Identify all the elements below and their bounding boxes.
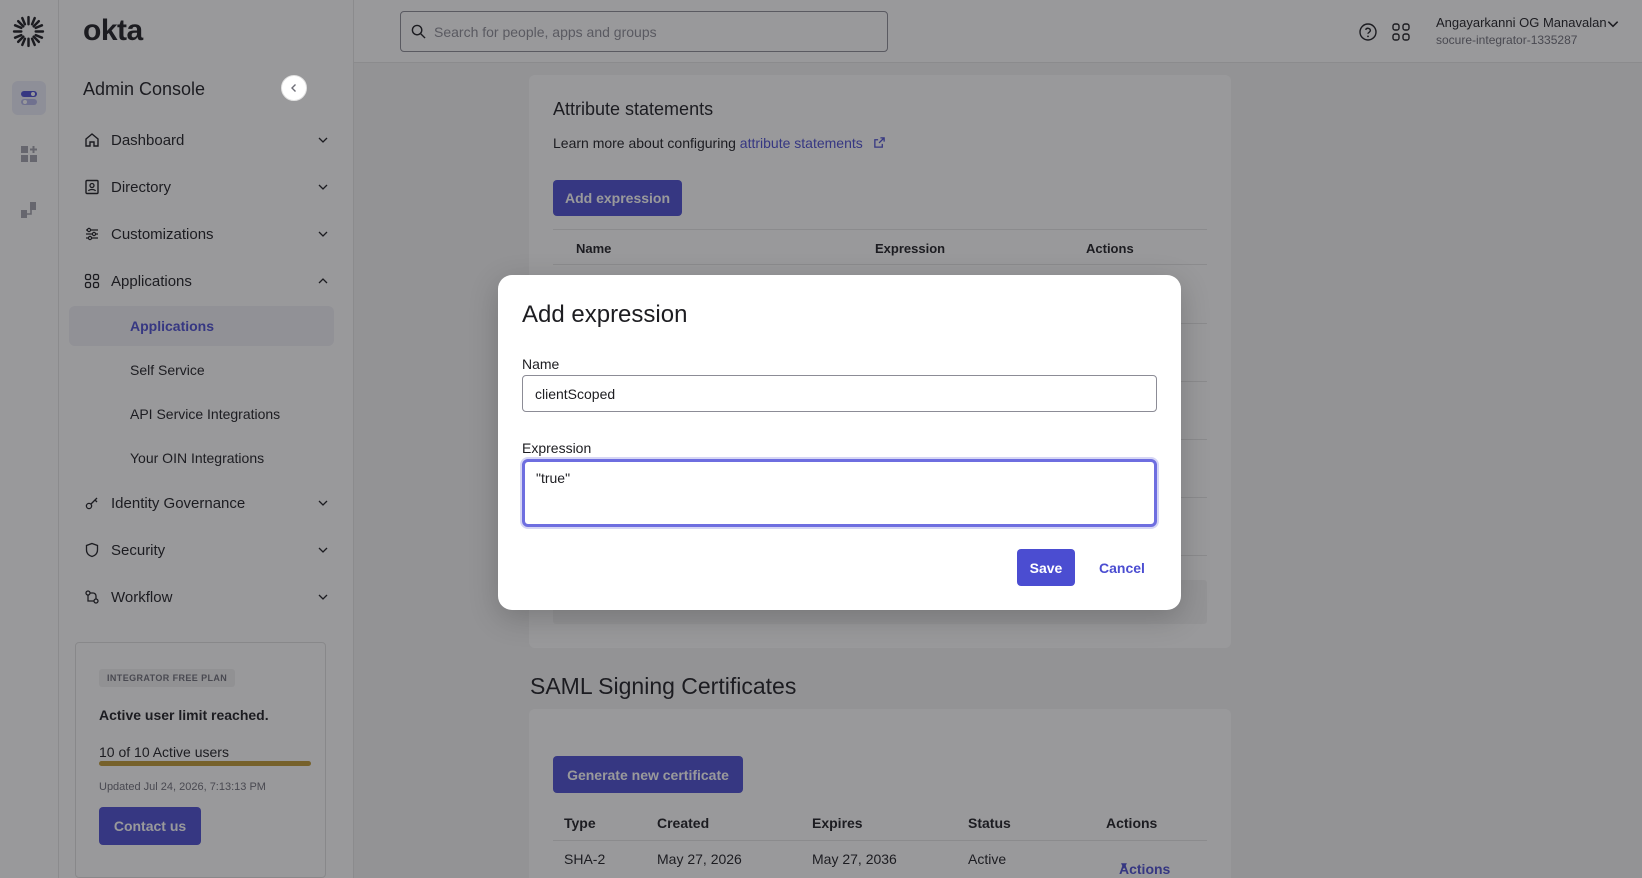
- expression-field-label: Expression: [522, 440, 592, 456]
- save-button[interactable]: Save: [1017, 549, 1075, 586]
- collapse-sidebar-button[interactable]: [281, 75, 307, 101]
- name-field[interactable]: [522, 375, 1157, 412]
- chevron-left-icon: [291, 84, 296, 92]
- add-expression-dialog: Add expression Name Expression "true" Sa…: [498, 275, 1181, 610]
- name-field-label: Name: [522, 356, 560, 372]
- dialog-title: Add expression: [522, 301, 688, 328]
- cancel-button[interactable]: Cancel: [1087, 549, 1157, 586]
- expression-field[interactable]: "true": [522, 459, 1157, 527]
